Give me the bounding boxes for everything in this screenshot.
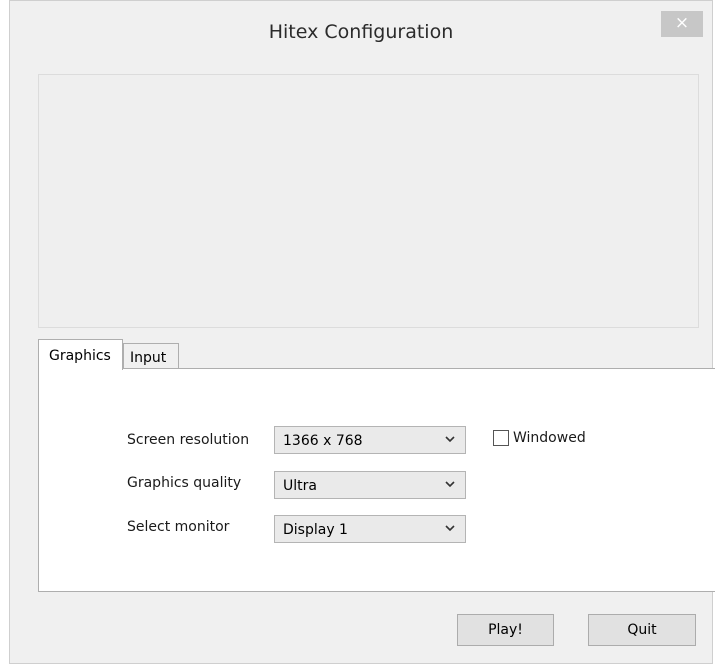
chevron-down-icon [445,525,455,532]
close-button[interactable]: × [661,11,703,37]
title-bar[interactable]: Hitex Configuration × [10,1,712,67]
graphics-quality-value: Ultra [283,478,317,494]
screen-resolution-select[interactable]: 1366 x 768 [274,426,466,454]
tab-graphics-label: Graphics [49,348,111,364]
select-monitor-label: Select monitor [127,519,230,535]
screen-resolution-value: 1366 x 768 [283,433,363,449]
quit-button[interactable]: Quit [588,614,696,646]
play-button[interactable]: Play! [457,614,554,646]
select-monitor-select[interactable]: Display 1 [274,515,466,543]
tab-graphics[interactable]: Graphics [38,339,123,370]
windowed-label: Windowed [513,430,586,446]
window-title: Hitex Configuration [268,21,454,43]
select-monitor-value: Display 1 [283,522,348,538]
graphics-quality-select[interactable]: Ultra [274,471,466,499]
chevron-down-icon [445,481,455,488]
config-window: Hitex Configuration × Graphics Input Scr… [9,0,715,664]
tab-input[interactable]: Input [123,343,179,369]
graphics-quality-label: Graphics quality [127,475,242,491]
graphics-panel: Screen resolution 1366 x 768 Windowed Gr… [38,368,715,592]
tab-input-label: Input [130,350,167,366]
banner-image [38,74,699,328]
screen-resolution-label: Screen resolution [127,432,250,448]
windowed-checkbox[interactable] [493,430,509,446]
chevron-down-icon [445,436,455,443]
close-icon: × [674,13,690,33]
